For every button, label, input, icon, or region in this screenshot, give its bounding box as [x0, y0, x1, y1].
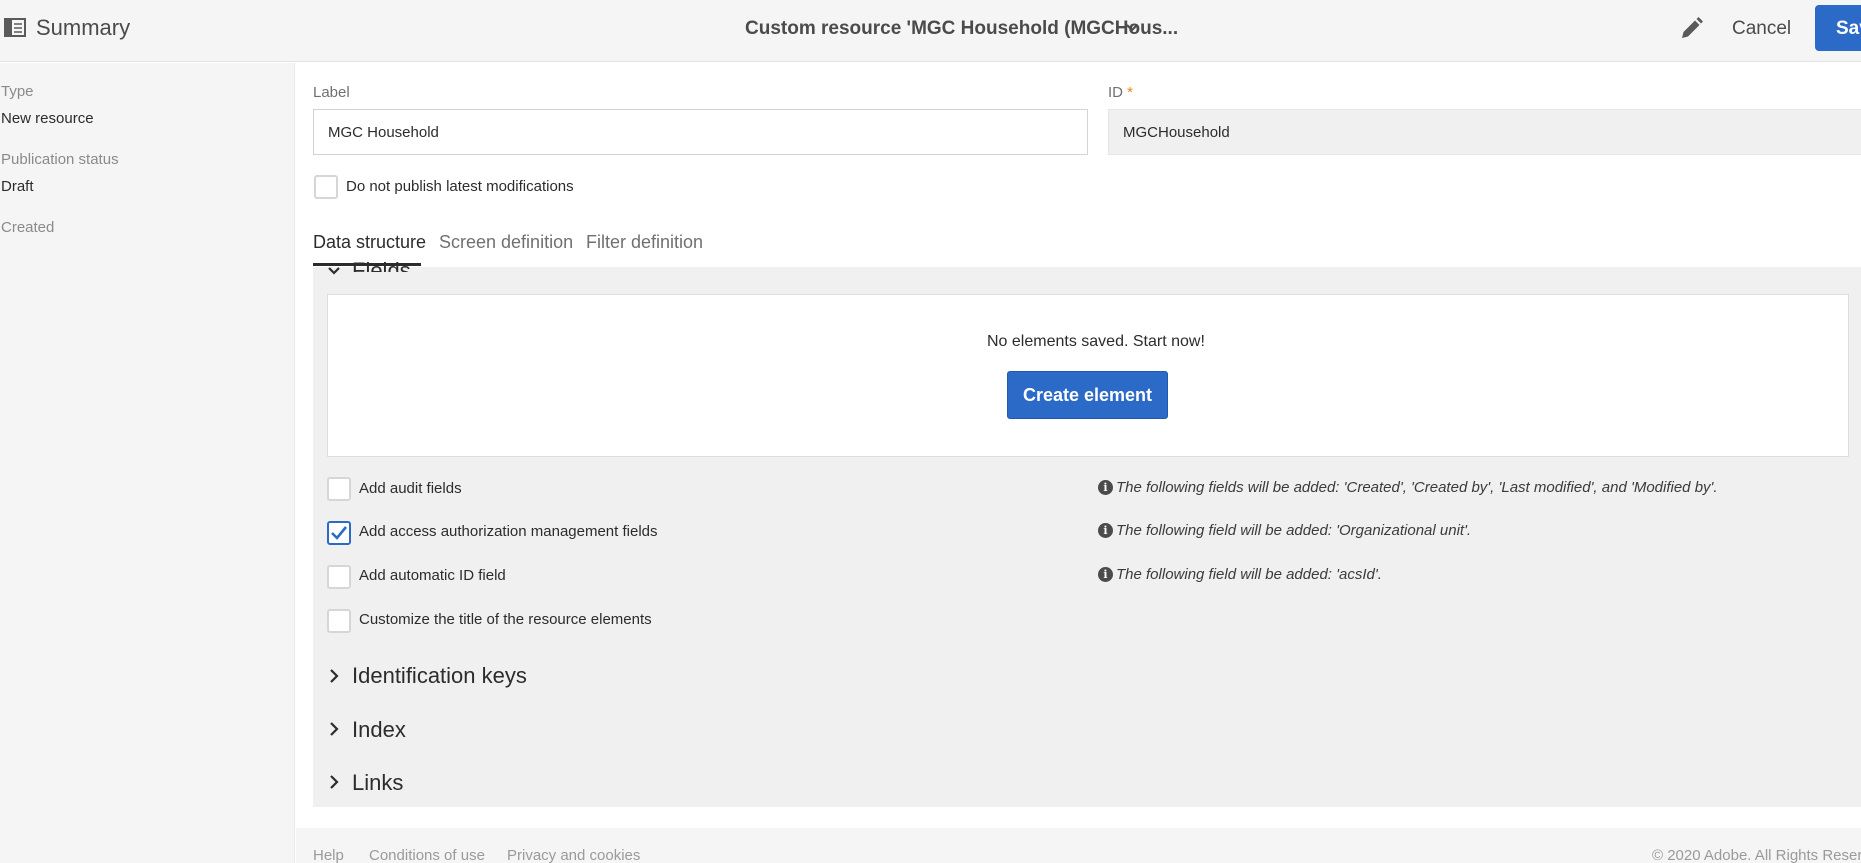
- access-authorization-info: i The following field will be added: 'Org…: [1098, 522, 1471, 539]
- id-field-label: ID *: [1108, 84, 1134, 101]
- footer-link-privacy[interactable]: Privacy and cookies: [507, 847, 640, 863]
- identification-keys-section-header[interactable]: Identification keys: [352, 663, 527, 689]
- label-field-label: Label: [313, 84, 350, 101]
- add-access-authorization-label: Add access authorization management fiel…: [359, 523, 658, 540]
- pencil-icon: [1682, 17, 1703, 38]
- chevron-right-icon[interactable]: [326, 774, 342, 790]
- chevron-down-icon[interactable]: [326, 263, 342, 279]
- automatic-id-info: i The following field will be added: 'acs…: [1098, 566, 1382, 583]
- info-icon: i: [1098, 480, 1113, 495]
- tab-screen-definition[interactable]: Screen definition: [439, 232, 573, 253]
- checkmark-icon: [331, 526, 348, 540]
- fields-section-header[interactable]: Fields: [352, 258, 411, 272]
- do-not-publish-checkbox[interactable]: [314, 175, 338, 199]
- tab-data-structure[interactable]: Data structure: [313, 232, 426, 253]
- customize-title-label: Customize the title of the resource elem…: [359, 611, 652, 628]
- panel-toggle-icon[interactable]: [4, 18, 26, 38]
- chevron-right-icon[interactable]: [326, 721, 342, 737]
- add-audit-fields-label: Add audit fields: [359, 480, 462, 497]
- add-audit-fields-checkbox[interactable]: [327, 477, 351, 501]
- summary-title: Summary: [36, 15, 131, 40]
- add-automatic-id-checkbox[interactable]: [327, 565, 351, 589]
- index-section-header[interactable]: Index: [352, 717, 406, 743]
- summary-panel: Type New resource Publication status Dra…: [0, 63, 295, 863]
- cancel-button[interactable]: Cancel: [1732, 18, 1791, 40]
- publication-status-label: Publication status: [1, 151, 119, 168]
- label-input[interactable]: MGC Household: [313, 109, 1088, 155]
- id-input[interactable]: MGCHousehold: [1108, 109, 1861, 155]
- publication-status-value: Draft: [1, 178, 34, 195]
- created-label: Created: [1, 219, 55, 236]
- edit-button[interactable]: [1676, 14, 1706, 44]
- footer-link-help[interactable]: Help: [313, 847, 344, 863]
- empty-state-message: No elements saved. Start now!: [987, 333, 1205, 350]
- create-element-button[interactable]: Create element: [1007, 371, 1168, 419]
- info-icon: i: [1098, 567, 1113, 582]
- save-button[interactable]: Save: [1815, 5, 1861, 51]
- type-value: New resource: [1, 110, 94, 127]
- footer-link-conditions[interactable]: Conditions of use: [369, 847, 485, 863]
- add-access-authorization-checkbox[interactable]: [327, 521, 351, 545]
- required-marker: *: [1127, 84, 1134, 101]
- links-section-header[interactable]: Links: [352, 770, 403, 796]
- info-icon: i: [1098, 523, 1113, 538]
- tab-filter-definition[interactable]: Filter definition: [586, 232, 703, 253]
- type-label: Type: [1, 83, 34, 100]
- chevron-down-icon[interactable]: [1124, 20, 1140, 36]
- do-not-publish-label: Do not publish latest modifications: [346, 178, 574, 195]
- audit-fields-info: i The following fields will be added: 'Cr…: [1098, 479, 1718, 496]
- resource-title[interactable]: Custom resource 'MGC Household (MGCHous.…: [745, 18, 1178, 40]
- customize-title-checkbox[interactable]: [327, 609, 351, 633]
- add-automatic-id-label: Add automatic ID field: [359, 567, 506, 584]
- chevron-right-icon[interactable]: [326, 668, 342, 684]
- copyright: © 2020 Adobe. All Rights Reserved.: [1652, 847, 1861, 863]
